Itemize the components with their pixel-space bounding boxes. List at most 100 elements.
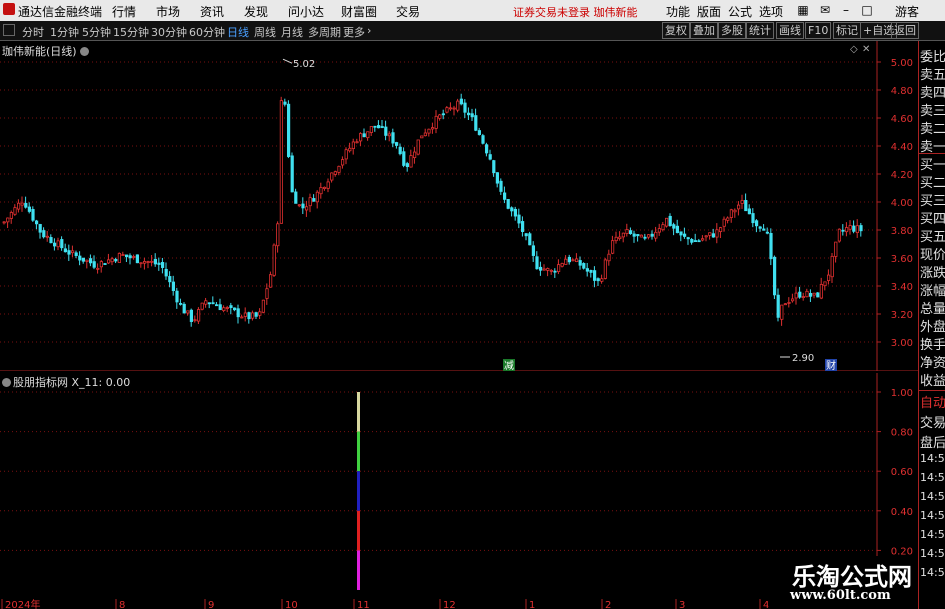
candle-body [780, 304, 784, 320]
menu-faxian[interactable]: 发现 [244, 3, 268, 20]
candle-body [776, 294, 780, 318]
candle-body [117, 253, 121, 263]
period-weekly[interactable]: 周线 [254, 24, 276, 40]
candle-body [89, 258, 93, 264]
maximize-icon[interactable]: □ [859, 2, 875, 18]
candle-body [629, 230, 633, 235]
x-tick-label: 11 [357, 600, 370, 609]
candle-body [160, 262, 165, 268]
mark-button[interactable]: 标记 [833, 22, 861, 39]
overlay-button[interactable]: 叠加 [690, 22, 718, 39]
candle-body [697, 240, 701, 243]
menu-shichang[interactable]: 市场 [156, 3, 180, 20]
x-tick-label: 3 [679, 600, 685, 609]
candle-body [42, 230, 46, 238]
back-button[interactable]: 返回 [891, 22, 919, 39]
candle-body [654, 231, 658, 239]
candle-body [528, 233, 532, 246]
period-daily[interactable]: 日线 [227, 24, 249, 40]
price-tick-label: 3.20 [891, 310, 913, 321]
candle-body [279, 100, 284, 224]
menu-banmian[interactable]: 版面 [697, 3, 721, 20]
candle-body [690, 239, 694, 243]
candle-body [326, 181, 330, 189]
menu-caifuquan[interactable]: 财富圈 [341, 3, 377, 20]
candle-body [247, 312, 251, 320]
candle-body [542, 268, 546, 271]
menu-hangqing[interactable]: 行情 [112, 3, 136, 20]
candle-body [466, 112, 471, 116]
minimize-icon[interactable]: – [838, 2, 854, 18]
toolbox-icon[interactable]: ▦ [795, 2, 811, 18]
candle-body [791, 298, 795, 302]
menu-gongneng[interactable]: 功能 [666, 3, 690, 20]
candle-body [384, 126, 388, 136]
candle-body [452, 107, 456, 110]
side-bottom-label[interactable]: 交易 [920, 412, 945, 431]
price-tick-label: 5.00 [891, 58, 913, 69]
settings-dropdown-icon[interactable] [80, 47, 90, 56]
user-label[interactable]: 游客 [895, 3, 919, 20]
period-30min[interactable]: 30分钟 [151, 24, 187, 40]
candle-body [769, 232, 773, 260]
side-label: 总量 [920, 302, 945, 317]
side-bottom-label[interactable]: 自动 [920, 392, 945, 411]
side-label: 净资 [920, 356, 945, 371]
candle-body [135, 254, 139, 264]
period-multi[interactable]: 多周期 [308, 24, 341, 40]
candle-body [229, 305, 233, 308]
period-15min[interactable]: 15分钟 [113, 24, 149, 40]
high-price-label: 5.02 [293, 59, 315, 70]
candle-body [283, 101, 287, 105]
chevron-right-icon[interactable]: › [367, 24, 371, 37]
side-time: 14:56 [920, 547, 945, 560]
period-monthly[interactable]: 月线 [281, 24, 303, 40]
candle-body [733, 209, 737, 213]
menu-bar: 通达信金融终端 行情 市场 资讯 发现 问小达 财富圈 交易 证券交易未登录 珈… [0, 0, 945, 22]
side-time: 14:56 [920, 490, 945, 503]
indicator-panel[interactable]: 1.00 0.80 0.60 0.40 0.20 股朋指标网 X_11: 0.00 [0, 373, 913, 599]
kline-panel[interactable]: 5.00 4.80 4.60 4.40 4.20 4.00 3.80 3.60 3.40 3.20… [0, 41, 918, 372]
price-tick-label: 3.60 [891, 254, 913, 265]
candle-body [758, 226, 762, 229]
fuquan-button[interactable]: 复权 [662, 22, 690, 39]
side-time: 14:56 [920, 471, 945, 484]
candle-body [456, 100, 460, 111]
period-fenshi[interactable]: 分时 [22, 24, 44, 40]
period-more[interactable]: 更多 [343, 24, 365, 40]
nav-back-icon[interactable] [3, 24, 15, 36]
candle-body [337, 165, 341, 173]
f10-button[interactable]: F10 [805, 22, 832, 39]
period-5min[interactable]: 5分钟 [82, 24, 111, 40]
side-label: 卖五 [920, 68, 945, 83]
period-60min[interactable]: 60分钟 [189, 24, 225, 40]
candle-body [441, 113, 446, 116]
side-bottom-label[interactable]: 盘后 [920, 432, 945, 451]
menu-jiaoyi[interactable]: 交易 [396, 3, 420, 20]
menu-wenxiaoda[interactable]: 问小达 [288, 3, 324, 20]
menu-gongshi[interactable]: 公式 [728, 3, 752, 20]
candle-body [290, 155, 294, 193]
menu-xuanxiang[interactable]: 选项 [759, 3, 783, 20]
multi-stock-button[interactable]: 多股 [718, 22, 746, 39]
menu-zixun[interactable]: 资讯 [200, 3, 224, 20]
period-1min[interactable]: 1分钟 [50, 24, 79, 40]
reduce-marker: 减 [504, 360, 514, 371]
indicator-dropdown-icon[interactable] [2, 378, 11, 387]
draw-button[interactable]: 画线 [776, 22, 804, 39]
candle-body [178, 302, 183, 305]
kline-chart[interactable]: 5.00 4.80 4.60 4.40 4.20 4.00 3.80 3.60 3.40 3.20… [0, 41, 918, 372]
period-toolbar: 分时 1分钟 5分钟 15分钟 30分钟 60分钟 日线 周线 月线 多周期 更… [0, 21, 945, 41]
candle-body [499, 180, 503, 192]
candle-body [567, 256, 572, 263]
candle-body [387, 133, 392, 137]
indicator-tick-label: 0.40 [891, 507, 913, 518]
email-icon[interactable]: ✉ [817, 2, 833, 18]
side-label: 委比 [920, 50, 945, 65]
candle-body [168, 276, 172, 283]
candle-body [49, 237, 53, 244]
stats-button[interactable]: 统计 [746, 22, 774, 39]
candle-body [139, 262, 143, 265]
price-tick-label: 3.00 [891, 338, 913, 349]
candle-body [596, 278, 600, 282]
